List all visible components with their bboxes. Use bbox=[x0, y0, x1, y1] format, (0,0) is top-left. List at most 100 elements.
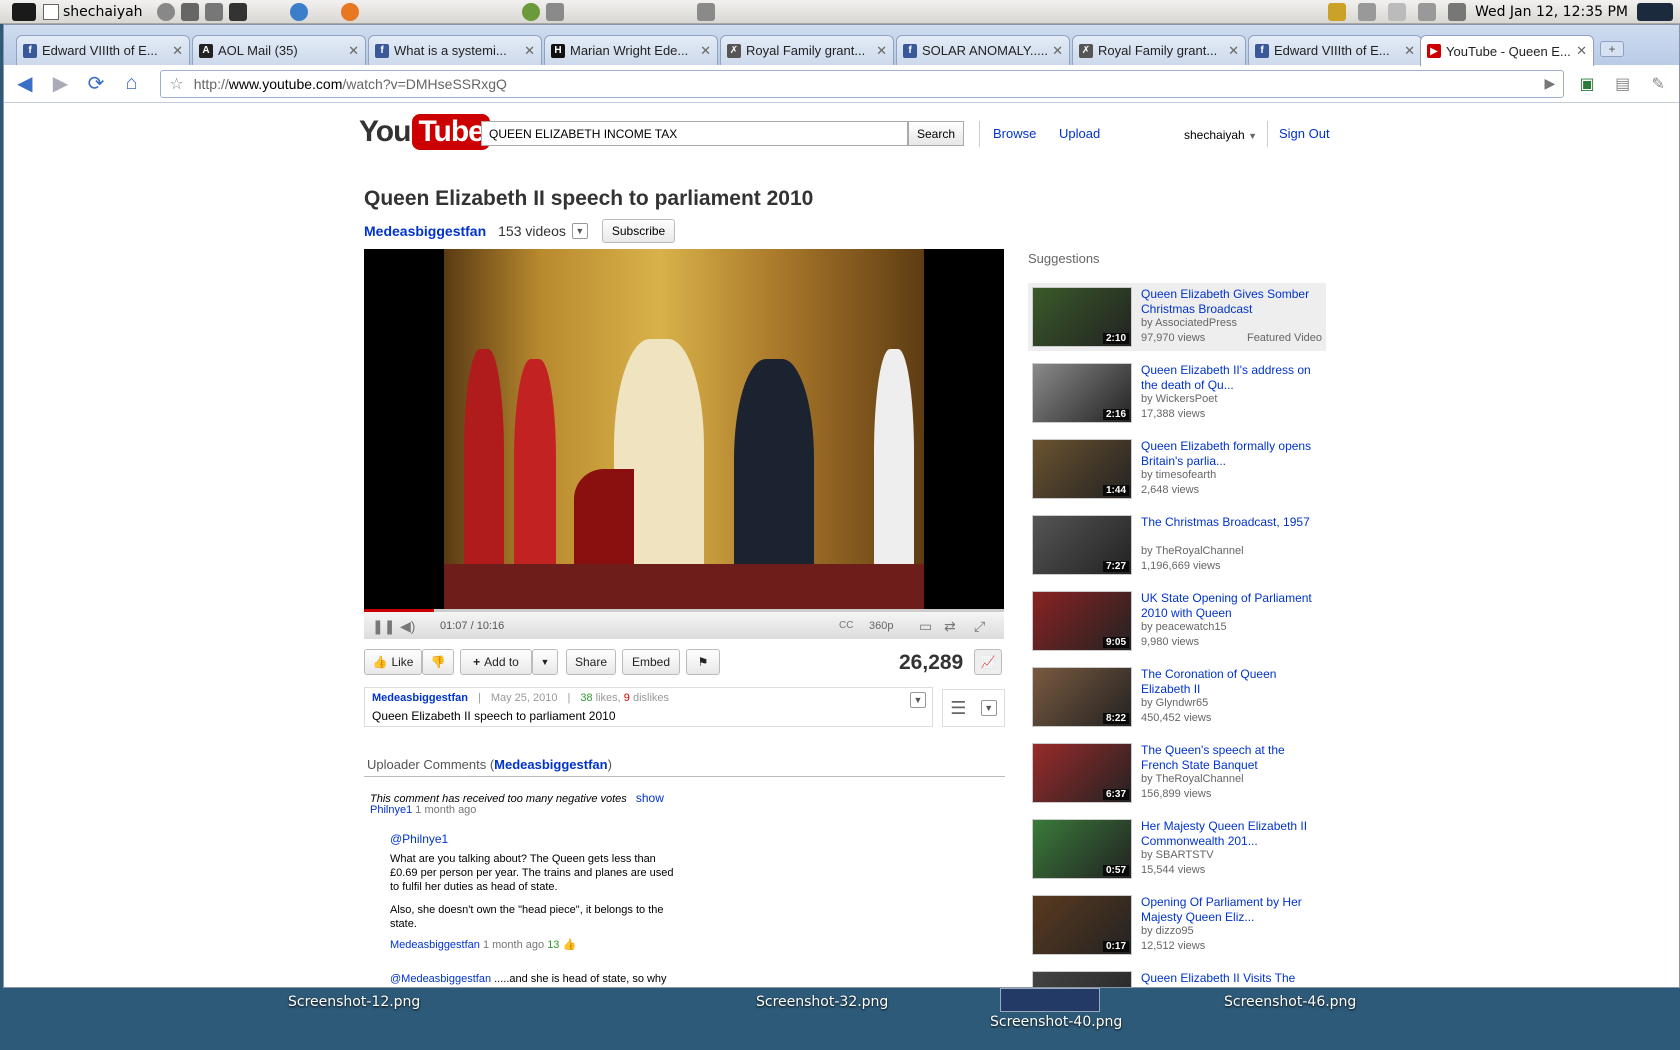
files-icon[interactable] bbox=[696, 2, 715, 21]
suggestion-thumbnail[interactable]: 8:22 bbox=[1032, 667, 1132, 727]
suggestion-thumbnail[interactable]: 9:05 bbox=[1032, 591, 1132, 651]
uploader-link[interactable]: Medeasbiggestfan bbox=[372, 692, 468, 704]
close-tab-icon[interactable]: ✕ bbox=[700, 43, 711, 59]
back-icon[interactable]: ◀ bbox=[12, 71, 38, 97]
close-tab-icon[interactable]: ✕ bbox=[1228, 43, 1239, 59]
workspace-switcher[interactable] bbox=[1637, 2, 1673, 21]
quality-selector[interactable]: 360p bbox=[869, 620, 893, 632]
suggestion-thumbnail[interactable]: 0:57 bbox=[1032, 819, 1132, 879]
tab-6[interactable]: f SOLAR ANOMALY..... ✕ bbox=[896, 35, 1070, 65]
mail-icon[interactable] bbox=[1387, 2, 1406, 21]
suggestion-thumbnail[interactable] bbox=[1032, 971, 1132, 987]
printer-icon[interactable] bbox=[1417, 2, 1436, 21]
expand-info-icon[interactable]: ▼ bbox=[910, 692, 926, 708]
suggestion-thumbnail[interactable]: 6:37 bbox=[1032, 743, 1132, 803]
suggestion-item[interactable]: 6:37 The Queen's speech at the French Sta… bbox=[1028, 739, 1326, 807]
close-tab-icon[interactable]: ✕ bbox=[172, 43, 183, 59]
suggestion-title[interactable]: Opening Of Parliament by Her Majesty Que… bbox=[1141, 895, 1321, 925]
suggestion-item[interactable]: 1:44 Queen Elizabeth formally opens Brita… bbox=[1028, 435, 1326, 503]
pause-icon[interactable]: ❚❚ bbox=[372, 618, 395, 635]
subscribe-button[interactable]: Subscribe bbox=[601, 219, 676, 243]
wrench-icon[interactable]: ✎ bbox=[1645, 71, 1671, 97]
terminal-icon[interactable] bbox=[228, 2, 247, 21]
suggestion-title[interactable]: Queen Elizabeth formally opens Britain's… bbox=[1141, 439, 1321, 469]
suggestion-title[interactable]: The Coronation of Queen Elizabeth II bbox=[1141, 667, 1321, 697]
video-player[interactable] bbox=[364, 249, 1004, 609]
tab-7[interactable]: ✗ Royal Family grant... ✕ bbox=[1072, 35, 1246, 65]
suggestion-item[interactable]: Queen Elizabeth II Visits The United Nat… bbox=[1028, 967, 1326, 987]
file-thumbnail[interactable] bbox=[1000, 988, 1100, 1012]
tab-5[interactable]: ✗ Royal Family grant... ✕ bbox=[720, 35, 894, 65]
suggestion-item[interactable]: 7:27 The Christmas Broadcast, 1957 by TheR… bbox=[1028, 511, 1326, 579]
embed-button[interactable]: Embed bbox=[622, 649, 680, 675]
search-input[interactable] bbox=[481, 121, 908, 146]
close-tab-icon[interactable]: ✕ bbox=[348, 43, 359, 59]
progress-bar[interactable] bbox=[364, 609, 434, 612]
share-button[interactable]: Share bbox=[566, 649, 616, 675]
desktop-file[interactable]: Screenshot-32.png bbox=[756, 994, 888, 1010]
channel-dropdown-icon[interactable]: ▼ bbox=[571, 223, 588, 239]
firefox-icon[interactable] bbox=[340, 2, 359, 21]
tab-9[interactable]: ▶ YouTube - Queen E... ✕ bbox=[1420, 35, 1594, 66]
flag-button[interactable]: ⚑ bbox=[686, 649, 720, 675]
user-menu[interactable]: shechaiyah bbox=[6, 2, 143, 21]
mention-link[interactable]: @Medeasbiggestfan bbox=[390, 973, 491, 985]
popout-icon[interactable]: ▭ bbox=[919, 618, 932, 635]
close-tab-icon[interactable]: ✕ bbox=[1576, 43, 1587, 59]
tab-4[interactable]: H Marian Wright Ede... ✕ bbox=[544, 35, 718, 65]
thumbs-up-icon[interactable]: 👍 bbox=[563, 939, 577, 951]
suggestion-title[interactable]: Queen Elizabeth II Visits The United Nat… bbox=[1141, 971, 1321, 987]
sign-out-link[interactable]: Sign Out bbox=[1279, 126, 1330, 141]
comment-author-link[interactable]: Medeasbiggestfan bbox=[390, 939, 480, 951]
suggestion-title[interactable]: UK State Opening of Parliament 2010 with… bbox=[1141, 591, 1321, 621]
captions-icon[interactable]: CC bbox=[839, 620, 853, 631]
suggestion-thumbnail[interactable]: 2:16 bbox=[1032, 363, 1132, 423]
close-tab-icon[interactable]: ✕ bbox=[876, 43, 887, 59]
youtube-logo[interactable]: You Tube bbox=[359, 114, 490, 150]
user-menu-link[interactable]: shechaiyah ▼ bbox=[1184, 128, 1257, 142]
show-comment-link[interactable]: show bbox=[636, 791, 664, 805]
volume-icon[interactable]: ◀) bbox=[400, 618, 415, 635]
stats-button[interactable]: 📈 bbox=[974, 649, 1002, 675]
display-icon[interactable] bbox=[1447, 2, 1466, 21]
search-button[interactable]: Search bbox=[908, 121, 964, 146]
transcript-button[interactable]: ☰ ▼ bbox=[942, 689, 1005, 727]
app-menu-icon[interactable] bbox=[12, 2, 36, 21]
folder-icon[interactable] bbox=[545, 2, 564, 21]
suggestion-title[interactable]: The Queen's speech at the French State B… bbox=[1141, 743, 1321, 773]
home-icon[interactable]: ⌂ bbox=[119, 71, 145, 97]
address-bar[interactable]: ☆ http://www.youtube.com/watch?v=DMHseSS… bbox=[160, 69, 1565, 98]
suggestion-thumbnail[interactable]: 7:27 bbox=[1032, 515, 1132, 575]
suggestion-thumbnail[interactable]: 0:17 bbox=[1032, 895, 1132, 955]
desktop-file[interactable]: Screenshot-46.png bbox=[1224, 994, 1356, 1010]
close-tab-icon[interactable]: ✕ bbox=[1404, 43, 1415, 59]
mention-link[interactable]: @Philnye1 bbox=[390, 832, 448, 846]
panel-clock[interactable]: Wed Jan 12, 12:35 PM bbox=[1475, 4, 1628, 20]
settings-icon[interactable] bbox=[180, 2, 199, 21]
new-tab-button[interactable]: + bbox=[1600, 41, 1624, 57]
page-menu-icon[interactable]: ▤ bbox=[1610, 71, 1636, 97]
tab-1[interactable]: f Edward VIIIth of E... ✕ bbox=[16, 35, 190, 65]
upload-link[interactable]: Upload bbox=[1059, 126, 1100, 141]
suggestion-item[interactable]: 2:10 Queen Elizabeth Gives Somber Christm… bbox=[1028, 283, 1326, 351]
desktop-file[interactable]: Screenshot-40.png bbox=[990, 1014, 1122, 1030]
suggestion-item[interactable]: 2:16 Queen Elizabeth II's address on the … bbox=[1028, 359, 1326, 427]
power-icon[interactable] bbox=[156, 2, 175, 21]
suggestion-item[interactable]: 9:05 UK State Opening of Parliament 2010 … bbox=[1028, 587, 1326, 655]
widescreen-icon[interactable]: ⇄ bbox=[944, 618, 956, 635]
extension-icon[interactable]: ▣ bbox=[1574, 71, 1600, 97]
bookmark-star-icon[interactable]: ☆ bbox=[169, 74, 183, 94]
browser-launcher-icon[interactable] bbox=[289, 2, 308, 21]
suggestion-title[interactable]: Her Majesty Queen Elizabeth II Commonwea… bbox=[1141, 819, 1321, 849]
battery-icon[interactable] bbox=[1327, 2, 1346, 21]
tools-icon[interactable] bbox=[204, 2, 223, 21]
add-to-button[interactable]: + Add to bbox=[460, 649, 532, 675]
forward-icon[interactable]: ▶ bbox=[48, 71, 74, 97]
channel-link[interactable]: Medeasbiggestfan bbox=[364, 223, 486, 239]
suggestion-title[interactable]: The Christmas Broadcast, 1957 bbox=[1141, 515, 1321, 530]
add-to-dropdown[interactable]: ▼ bbox=[532, 649, 558, 675]
browse-link[interactable]: Browse bbox=[993, 126, 1036, 141]
globe-icon[interactable] bbox=[521, 2, 540, 21]
suggestion-thumbnail[interactable]: 1:44 bbox=[1032, 439, 1132, 499]
close-tab-icon[interactable]: ✕ bbox=[524, 43, 535, 59]
